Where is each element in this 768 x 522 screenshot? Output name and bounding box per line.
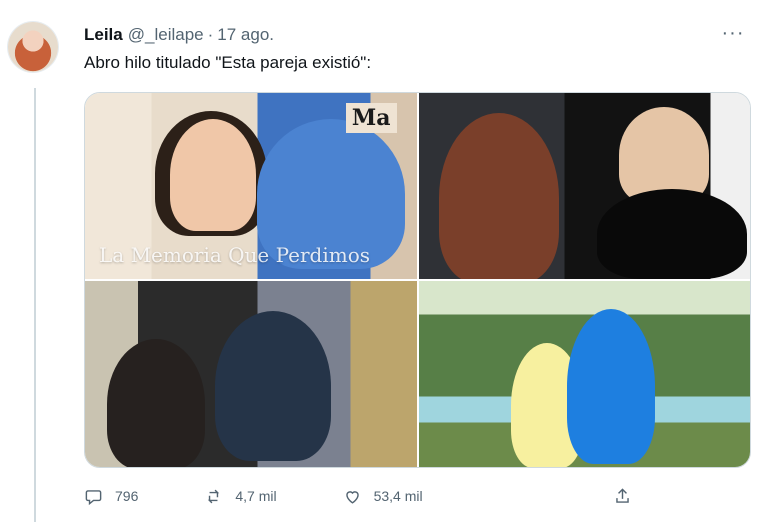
thread-line [34, 88, 36, 522]
retweet-button[interactable]: 4,7 mil [204, 487, 277, 506]
avatar[interactable] [8, 22, 58, 72]
retweet-icon [208, 489, 220, 503]
like-button[interactable]: 53,4 mil [343, 487, 423, 506]
photo-3-woman-shape [107, 339, 205, 467]
media-photo-2[interactable] [418, 93, 750, 279]
like-count: 53,4 mil [373, 488, 423, 504]
more-options-button[interactable]: ··· [718, 18, 748, 48]
photo-1-badge: Ma [345, 103, 397, 133]
tweet-text: Abro hilo titulado "Esta pareja existió"… [84, 53, 372, 72]
more-icon: ··· [721, 21, 745, 44]
tweet-header: Leila @_leilape · 17 ago. [84, 24, 756, 46]
like-icon [345, 490, 359, 504]
media-photo-3[interactable] [85, 281, 417, 467]
tweet-actions: 796 4,7 mil 53,4 mil [84, 482, 644, 510]
reply-button[interactable]: 796 [84, 487, 138, 506]
photo-4-man-shape [566, 309, 655, 464]
separator-dot: · [207, 25, 214, 44]
user-handle[interactable]: @_leilape [128, 25, 204, 45]
share-button[interactable] [613, 487, 644, 506]
retweet-count: 4,7 mil [235, 488, 277, 504]
photo-1-face-shape [170, 119, 256, 231]
media-photo-1[interactable]: Ma La Memoria Que Perdimos [85, 93, 417, 279]
share-icon [616, 487, 629, 503]
display-name[interactable]: Leila [84, 25, 123, 45]
photo-1-caption: La Memoria Que Perdimos [99, 243, 371, 267]
photo-2-woman-shape [438, 113, 559, 279]
tweet-media-grid: Ma La Memoria Que Perdimos [84, 92, 751, 468]
tweet-date[interactable]: 17 ago. [217, 25, 274, 45]
photo-3-man-shape [215, 311, 331, 461]
media-photo-4[interactable] [418, 281, 750, 467]
photo-2-man-shirt-shape [596, 189, 747, 279]
reply-icon [85, 489, 102, 505]
reply-count: 796 [115, 488, 139, 504]
